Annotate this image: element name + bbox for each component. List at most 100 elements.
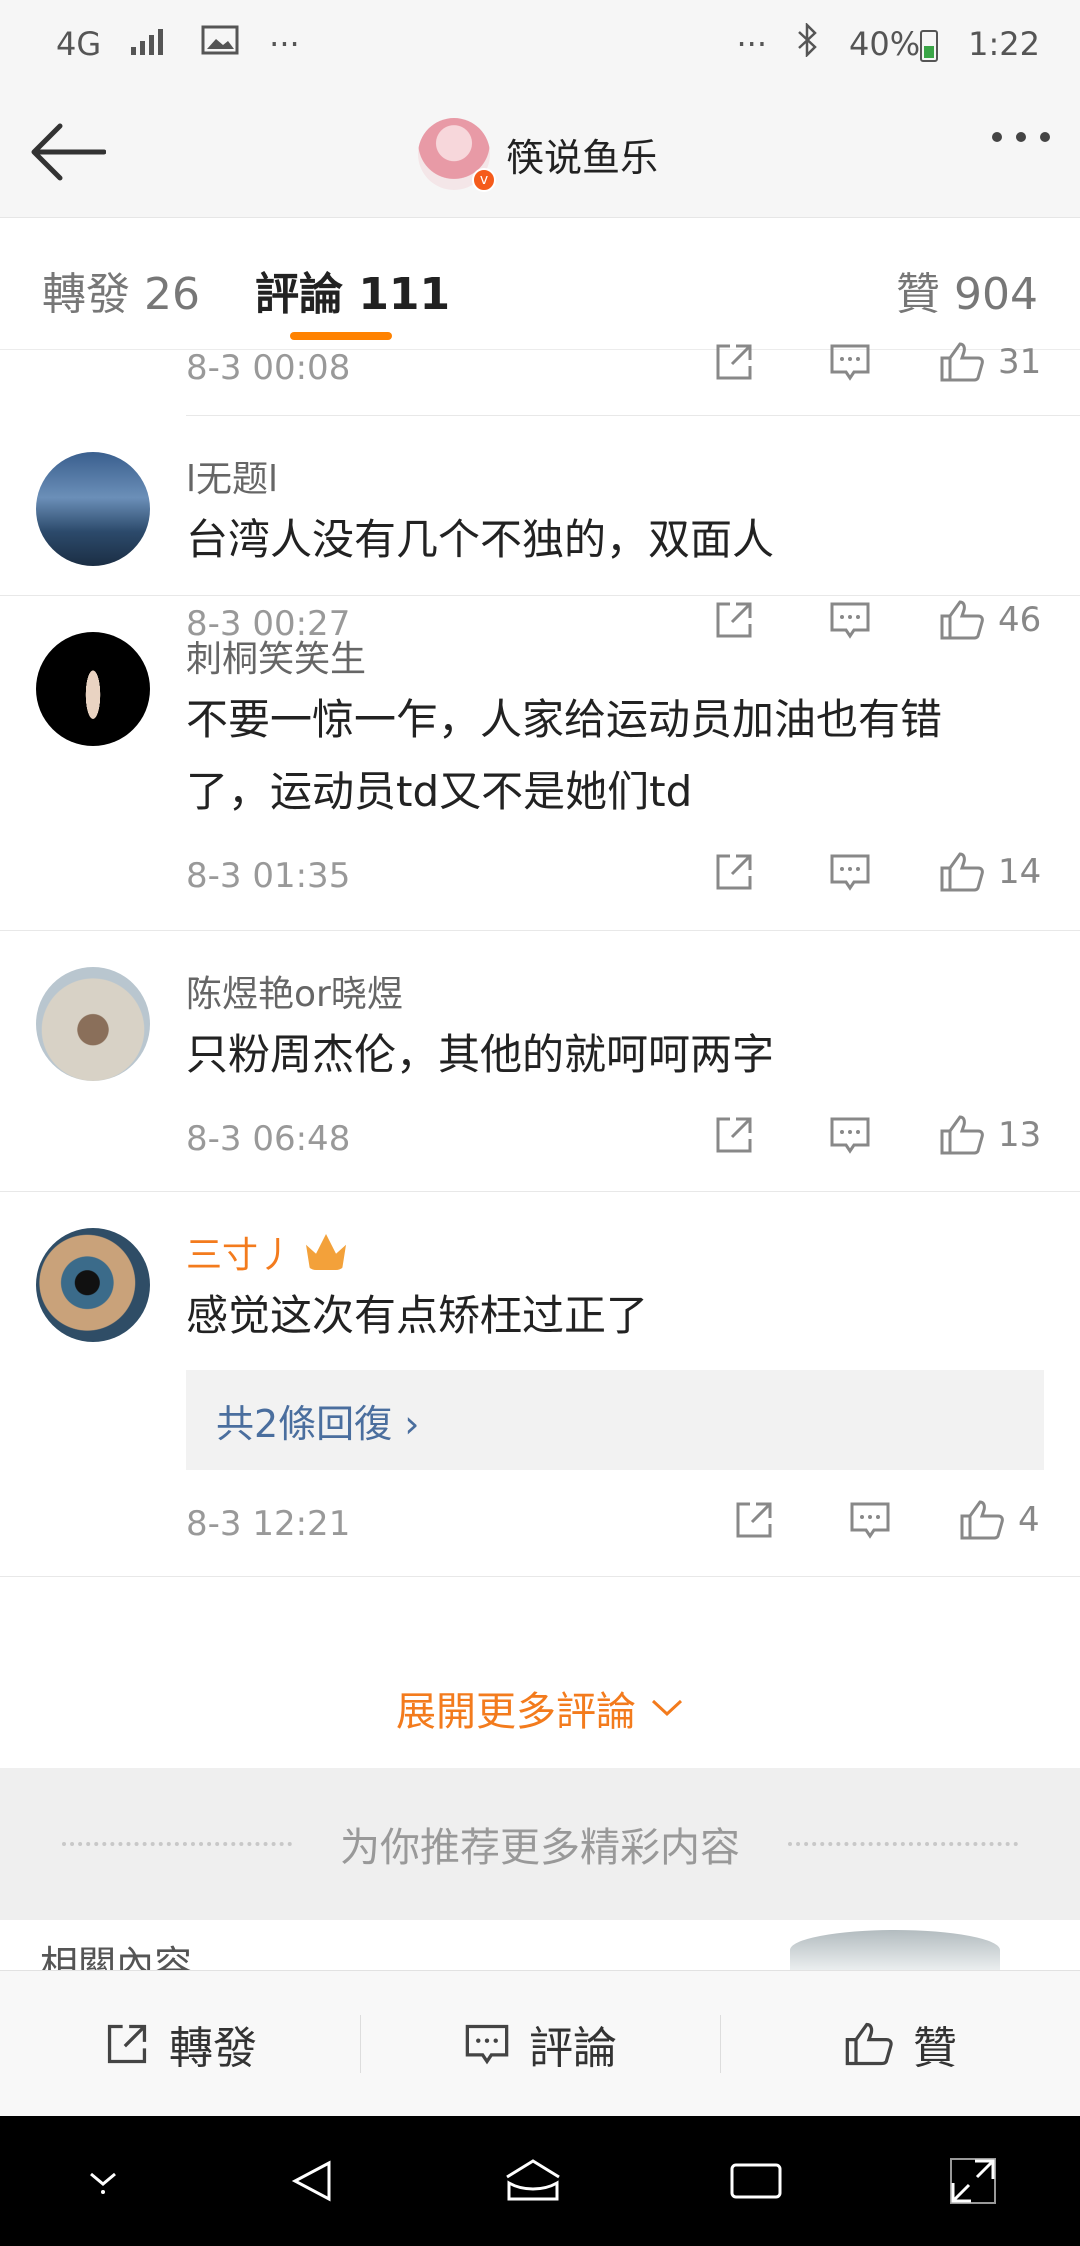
status-more: ···: [269, 25, 300, 63]
comment-username[interactable]: 刺桐笑笑生: [186, 632, 1080, 680]
dot-icon: [1040, 132, 1050, 142]
comment-username[interactable]: 陈煜艳or晓煜: [186, 967, 1080, 1015]
like-action[interactable]: 31: [938, 340, 1041, 384]
battery-percent: 40%: [849, 25, 939, 63]
related-content-peek: 相關內容: [0, 1920, 1080, 1970]
chevron-down-icon: [651, 1699, 683, 1717]
home-nav-icon[interactable]: [503, 2157, 563, 2205]
crown-icon: [306, 1234, 347, 1270]
like-action[interactable]: 14: [938, 850, 1041, 894]
comment-item: 陈煜艳or晓煜 只粉周杰伦，其他的就呵呵两字 8-3 06:48 13: [0, 931, 1080, 1192]
avatar[interactable]: [36, 452, 150, 566]
comment-label: 評論: [529, 2022, 617, 2074]
comment-username[interactable]: 三寸丿: [186, 1228, 1080, 1276]
recommend-text: 为你推荐更多精彩内容: [340, 1825, 740, 1871]
back-arrow-icon: [31, 123, 107, 181]
battery-icon: [920, 30, 939, 62]
verified-badge-icon: v: [472, 168, 496, 192]
dot-icon: [992, 132, 1002, 142]
comment-text: 台湾人没有几个不独的，双面人: [186, 515, 775, 564]
thumbs-up-icon: [940, 342, 984, 382]
comment-action-icon[interactable]: [848, 1498, 892, 1542]
header: v 筷说鱼乐: [0, 88, 1080, 218]
status-bar: 4G ··· ··· 40% 1:22: [0, 0, 1080, 88]
thumbs-up-icon: [960, 1500, 1004, 1540]
comment-username-text[interactable]: 三寸丿: [186, 1226, 294, 1278]
dotted-line: [62, 1842, 292, 1846]
repost-action-icon[interactable]: [712, 340, 756, 384]
comment-action-icon[interactable]: [828, 1113, 872, 1157]
bluetooth-icon: [797, 21, 819, 65]
repost-action-icon[interactable]: [732, 1498, 776, 1542]
header-user-name[interactable]: 筷说鱼乐: [506, 127, 658, 182]
recommend-divider: 为你推荐更多精彩内容: [0, 1768, 1080, 1920]
comment-item: l无题l 台湾人没有几个不独的，双面人 8-3 00:27 46: [0, 416, 1080, 644]
comment-meta: 8-3 12:21 4: [186, 1476, 1080, 1576]
tab-likes[interactable]: 贊 904: [896, 258, 1038, 322]
reply-link[interactable]: 共2條回復 ›: [186, 1370, 1044, 1470]
repost-label: 轉發: [169, 2022, 257, 2074]
comment-item: 三寸丿 感觉这次有点矫枉过正了 共2條回復 › 8-3 12:21 4: [0, 1192, 1080, 1577]
comment-text: 感觉这次有点矫枉过正了: [186, 1291, 649, 1340]
comment-action-icon[interactable]: [828, 850, 872, 894]
repost-action-icon[interactable]: [712, 1113, 756, 1157]
tab-indicator: [290, 332, 392, 340]
tab-repost[interactable]: 轉發 26: [42, 258, 200, 322]
status-more-right: ···: [736, 25, 768, 63]
comment-button[interactable]: 評論: [360, 1971, 720, 2116]
landscape-image: [790, 1930, 1000, 1970]
comment-time: 8-3 06:48: [186, 1119, 351, 1159]
repost-icon: [107, 2024, 147, 2063]
comment-meta: 8-3 06:48 13: [186, 1091, 1080, 1191]
repost-button[interactable]: 轉發: [0, 1971, 360, 2116]
like-action[interactable]: 13: [938, 1113, 1041, 1157]
comment-icon: [465, 2024, 509, 2064]
gallery-icon: [201, 25, 239, 63]
expand-more-label: 展開更多評論: [396, 1689, 636, 1735]
repost-action-icon[interactable]: [712, 850, 756, 894]
clock: 1:22: [968, 25, 1040, 63]
comment-action-icon[interactable]: [828, 340, 872, 384]
like-count: 14: [998, 852, 1042, 892]
like-action[interactable]: 4: [958, 1498, 1040, 1542]
like-label: 贊: [913, 2022, 957, 2074]
tab-bar: 轉發 26 評論 111 贊 904: [0, 218, 1080, 350]
comment-text: 不要一惊一乍，人家给运动员加油也有错了，运动员td又不是她们td: [186, 695, 943, 816]
recents-nav-icon[interactable]: [729, 2161, 783, 2201]
comment-username[interactable]: l无题l: [186, 452, 1080, 500]
avatar[interactable]: [36, 632, 150, 746]
comment-time: 8-3 01:35: [186, 856, 351, 896]
expand-screen-icon[interactable]: [949, 2157, 997, 2205]
avatar[interactable]: [36, 967, 150, 1081]
comment-text: 只粉周杰伦，其他的就呵呵两字: [186, 1030, 775, 1079]
avatar[interactable]: [36, 1228, 150, 1342]
like-count: 13: [998, 1115, 1042, 1155]
back-button[interactable]: [30, 122, 107, 182]
back-nav-icon[interactable]: [289, 2157, 337, 2205]
bottom-action-bar: 轉發 評論 贊: [0, 1970, 1080, 2116]
thumbs-up-icon: [940, 1115, 984, 1155]
comment-time: 8-3 12:21: [186, 1504, 351, 1544]
thumbs-up-icon: [845, 2022, 893, 2065]
tab-comments[interactable]: 評論 111: [255, 258, 450, 322]
related-content-label: 相關內容: [40, 1943, 193, 1970]
dot-icon: [1016, 132, 1026, 142]
signal-icon: [131, 25, 171, 63]
like-count: 4: [1018, 1500, 1040, 1540]
expand-more-comments-button[interactable]: 展開更多評論: [0, 1648, 1080, 1768]
dotted-line: [788, 1842, 1018, 1846]
header-user[interactable]: v 筷说鱼乐: [418, 118, 658, 192]
network-icon: 4G: [56, 25, 102, 63]
comment-time: 8-3 00:08: [186, 348, 351, 388]
system-nav-bar: [0, 2116, 1080, 2246]
thumbs-up-icon: [940, 852, 984, 892]
comment-meta: 8-3 01:35 14: [186, 828, 1080, 930]
like-button[interactable]: 贊: [720, 1971, 1080, 2116]
avatar[interactable]: v: [418, 118, 496, 192]
comment-meta-partial: 8-3 00:08 31: [186, 342, 1080, 416]
more-options-button[interactable]: [992, 132, 1050, 142]
comment-list: 8-3 00:08 31 l无题l 台湾人没有几个不独的，双面人 8-3 00:…: [0, 342, 1080, 1577]
like-count: 31: [998, 342, 1042, 382]
hide-keyboard-icon[interactable]: [83, 2166, 123, 2196]
comment-item: 刺桐笑笑生 不要一惊一乍，人家给运动员加油也有错了，运动员td又不是她们td 8…: [0, 596, 1080, 931]
